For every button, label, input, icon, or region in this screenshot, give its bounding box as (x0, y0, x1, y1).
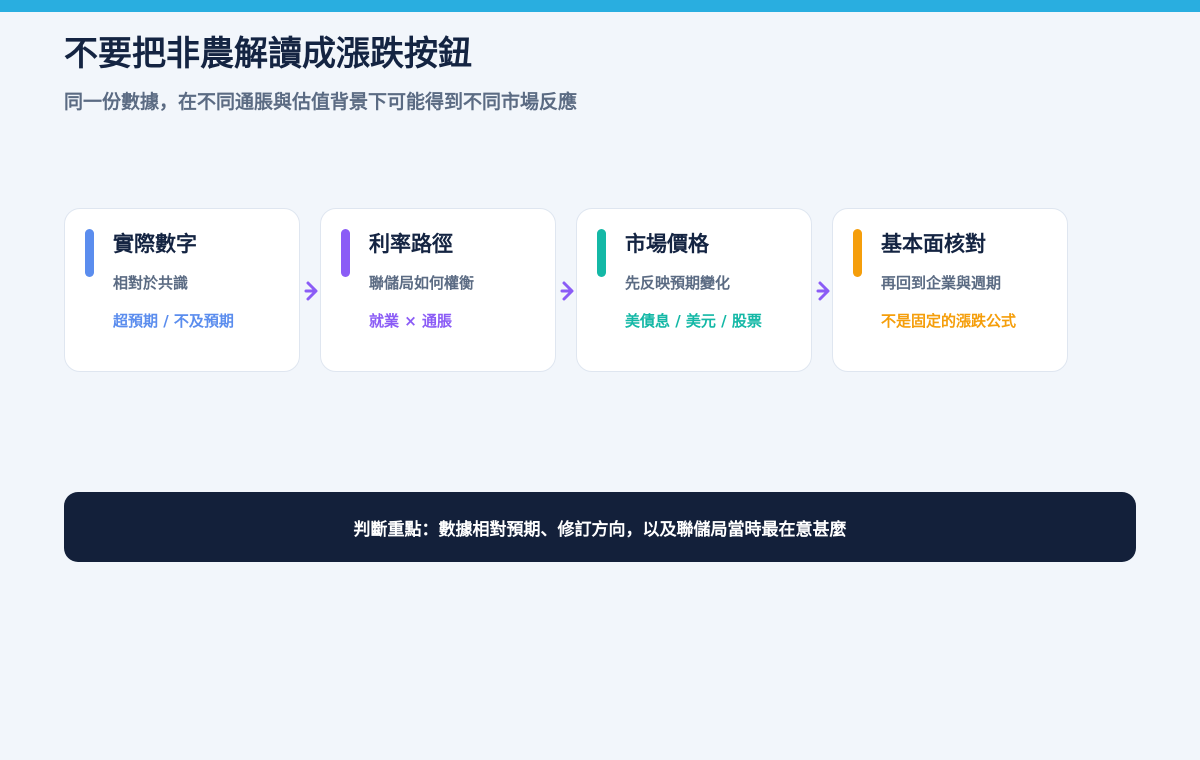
card-title: 實際數字 (113, 232, 197, 256)
card-tag: 不是固定的漲跌公式 (881, 312, 1017, 330)
summary-banner: 判斷重點：數據相對預期、修訂方向，以及聯儲局當時最在意甚麼 (64, 492, 1136, 562)
page-subtitle: 同一份數據，在不同通脹與估值背景下可能得到不同市場反應 (64, 91, 578, 113)
card-title: 基本面核對 (881, 232, 986, 256)
flow-card-fundamentals-check: 基本面核對 再回到企業與週期 不是固定的漲跌公式 (832, 208, 1068, 372)
flow-diagram: 實際數字 相對於共識 超預期 / 不及預期 利率路徑 聯儲局如何權衡 就業 × … (64, 208, 1074, 376)
card-title: 市場價格 (625, 232, 709, 256)
page-title: 不要把非農解讀成漲跌按鈕 (64, 34, 472, 74)
card-accent-bar (853, 229, 862, 277)
card-accent-bar (341, 229, 350, 277)
flow-card-rate-path: 利率路徑 聯儲局如何權衡 就業 × 通脹 (320, 208, 556, 372)
card-description: 先反映預期變化 (625, 274, 731, 292)
card-tag: 就業 × 通脹 (369, 312, 453, 330)
card-description: 再回到企業與週期 (881, 274, 1002, 292)
card-title: 利率路徑 (369, 232, 453, 256)
card-tag: 美債息 / 美元 / 股票 (625, 312, 762, 330)
top-accent-bar (0, 0, 1200, 12)
card-description: 聯儲局如何權衡 (369, 274, 475, 292)
card-accent-bar (597, 229, 606, 277)
card-description: 相對於共識 (113, 274, 189, 292)
summary-text: 判斷重點：數據相對預期、修訂方向，以及聯儲局當時最在意甚麼 (353, 519, 847, 540)
card-tag: 超預期 / 不及預期 (113, 312, 234, 330)
flow-card-market-price: 市場價格 先反映預期變化 美債息 / 美元 / 股票 (576, 208, 812, 372)
card-accent-bar (85, 229, 94, 277)
flow-card-actual-number: 實際數字 相對於共識 超預期 / 不及預期 (64, 208, 300, 372)
